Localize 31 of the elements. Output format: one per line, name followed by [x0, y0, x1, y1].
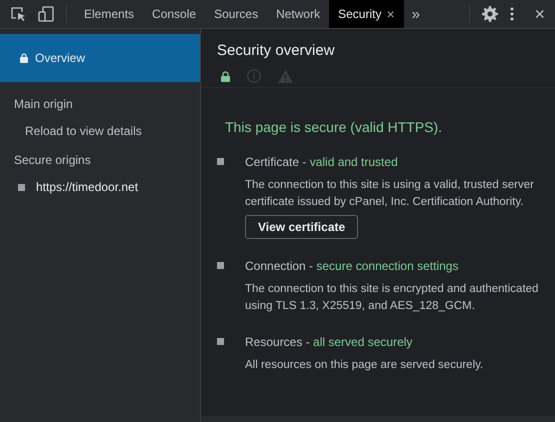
- panel-tab[interactable]: Security ×: [329, 0, 404, 28]
- section-icon: [217, 158, 224, 165]
- section-icon: [217, 338, 224, 345]
- overview-item[interactable]: Overview: [0, 34, 200, 82]
- sidebar-item[interactable]: Reload to view details: [0, 111, 200, 138]
- panel-tab[interactable]: Elements: [75, 0, 144, 28]
- panel-tab[interactable]: Sources: [205, 0, 268, 28]
- sidebar-heading: Secure origins: [13, 152, 92, 167]
- section-title: Resources - all served securely: [245, 335, 414, 349]
- section-title: Certificate - valid and trusted: [245, 155, 399, 169]
- section-description: The connection to this site is using a valid, trusted server certificate issued by cPanel, Inc. Certification Authority.: [245, 178, 535, 210]
- more-tabs-button[interactable]: »: [412, 6, 420, 22]
- section-description: The connection to this site is encrypted and authenticated using TLS 1.3, X25519, and AES_128_GCM.: [245, 282, 540, 314]
- section-title: Connection - secure connection settings: [245, 259, 460, 273]
- more-options-icon[interactable]: [510, 7, 514, 21]
- inspect-icon[interactable]: [10, 6, 26, 22]
- lock-icon: [20, 53, 28, 63]
- device-icon[interactable]: [38, 6, 54, 22]
- panel-tab[interactable]: Console: [143, 0, 206, 28]
- section-description: All resources on this page are served securely.: [245, 358, 484, 373]
- security-summary: This page is secure (valid HTTPS).: [225, 119, 444, 135]
- view-certificate-button[interactable]: View certificate: [245, 215, 358, 239]
- close-button[interactable]: ×: [534, 4, 545, 24]
- panel-tab[interactable]: Network: [267, 0, 330, 28]
- close-tab-button[interactable]: ×: [386, 6, 395, 22]
- origin-item[interactable]: https://timedoor.net: [36, 180, 138, 194]
- settings-icon[interactable]: [482, 6, 498, 22]
- panel-title: Security overview: [217, 42, 336, 59]
- section-icon: [217, 262, 224, 269]
- origin-icon: [18, 184, 25, 190]
- sidebar-heading: Main origin: [13, 96, 74, 111]
